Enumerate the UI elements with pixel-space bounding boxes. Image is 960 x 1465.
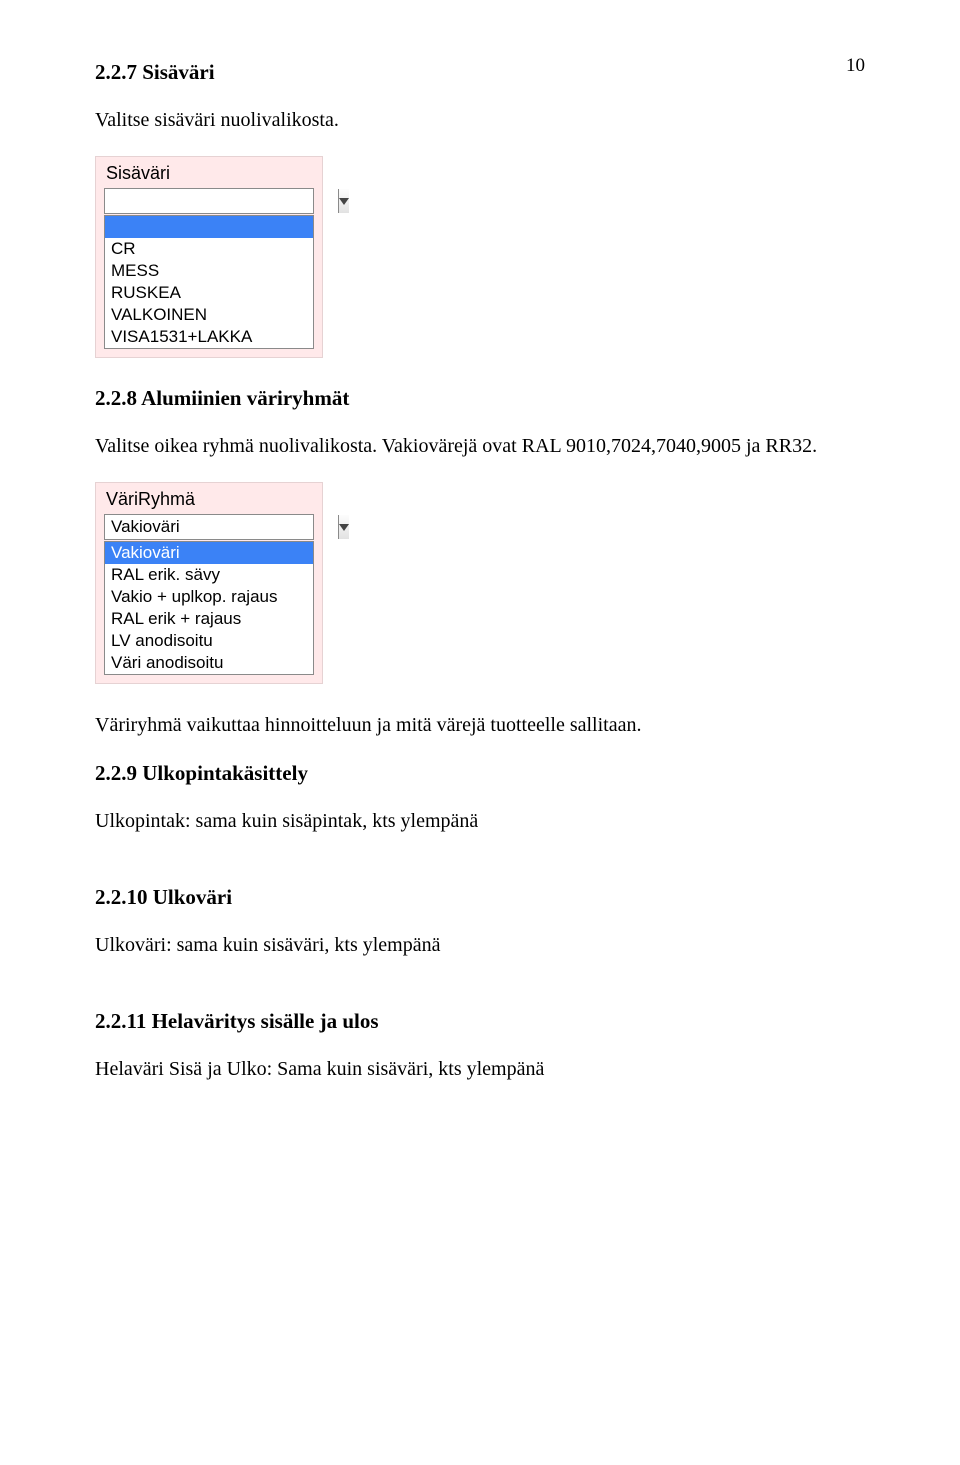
sisavari-listbox[interactable]: CRMESSRUSKEAVALKOINENVISA1531+LAKKA bbox=[104, 215, 314, 349]
heading-2-2-8: 2.2.8 Alumiinien väriryhmät bbox=[95, 386, 865, 411]
variryhma-panel: VäriRyhmä VakioväriRAL erik. sävyVakio +… bbox=[95, 482, 323, 684]
variryhma-listbox[interactable]: VakioväriRAL erik. sävyVakio + uplkop. r… bbox=[104, 541, 314, 675]
list-item[interactable]: Väri anodisoitu bbox=[105, 652, 313, 674]
sisavari-input[interactable] bbox=[105, 189, 338, 213]
sisavari-dropdown[interactable] bbox=[104, 188, 314, 214]
list-item[interactable]: Vakioväri bbox=[105, 542, 313, 564]
body-2-2-7: Valitse sisäväri nuolivalikosta. bbox=[95, 107, 865, 134]
body-2-2-8a: Valitse oikea ryhmä nuolivalikosta. Vaki… bbox=[95, 433, 865, 460]
page-number: 10 bbox=[846, 55, 865, 77]
list-item[interactable]: RUSKEA bbox=[105, 282, 313, 304]
list-item[interactable]: CR bbox=[105, 238, 313, 260]
variryhma-dropdown-button[interactable] bbox=[338, 515, 349, 539]
body-2-2-11: Helaväri Sisä ja Ulko: Sama kuin sisävär… bbox=[95, 1056, 865, 1083]
heading-2-2-7: 2.2.7 Sisäväri bbox=[95, 60, 865, 85]
body-2-2-9: Ulkopintak: sama kuin sisäpintak, kts yl… bbox=[95, 808, 865, 835]
list-item[interactable] bbox=[105, 216, 313, 238]
list-item[interactable]: VALKOINEN bbox=[105, 304, 313, 326]
list-item[interactable]: MESS bbox=[105, 260, 313, 282]
variryhma-dropdown[interactable] bbox=[104, 514, 314, 540]
sisavari-panel: Sisäväri CRMESSRUSKEAVALKOINENVISA1531+L… bbox=[95, 156, 323, 358]
body-2-2-8b: Väriryhmä vaikuttaa hinnoitteluun ja mit… bbox=[95, 712, 865, 739]
variryhma-input[interactable] bbox=[105, 515, 338, 539]
sisavari-dropdown-button[interactable] bbox=[338, 189, 349, 213]
list-item[interactable]: Vakio + uplkop. rajaus bbox=[105, 586, 313, 608]
list-item[interactable]: RAL erik + rajaus bbox=[105, 608, 313, 630]
sisavari-label: Sisäväri bbox=[106, 163, 314, 184]
variryhma-label: VäriRyhmä bbox=[106, 489, 314, 510]
list-item[interactable]: VISA1531+LAKKA bbox=[105, 326, 313, 348]
heading-2-2-10: 2.2.10 Ulkoväri bbox=[95, 885, 865, 910]
heading-2-2-9: 2.2.9 Ulkopintakäsittely bbox=[95, 761, 865, 786]
body-2-2-10: Ulkoväri: sama kuin sisäväri, kts ylempä… bbox=[95, 932, 865, 959]
chevron-down-icon bbox=[339, 192, 349, 210]
heading-2-2-11: 2.2.11 Helaväritys sisälle ja ulos bbox=[95, 1009, 865, 1034]
list-item[interactable]: LV anodisoitu bbox=[105, 630, 313, 652]
list-item[interactable]: RAL erik. sävy bbox=[105, 564, 313, 586]
chevron-down-icon bbox=[339, 518, 349, 536]
